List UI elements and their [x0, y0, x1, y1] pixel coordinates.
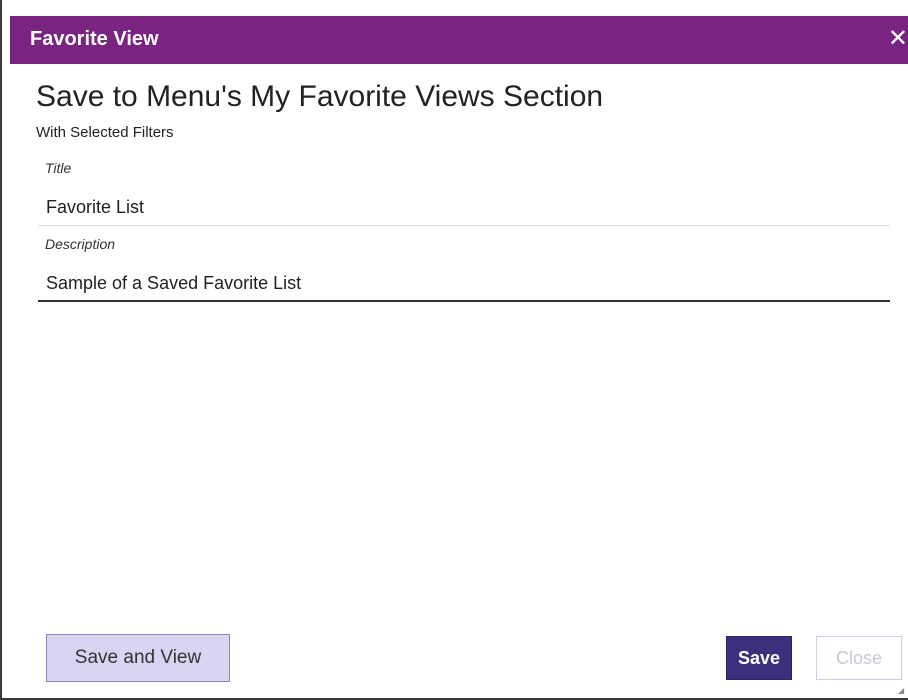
resize-grip-icon[interactable]: ◢	[898, 686, 906, 695]
description-input[interactable]	[38, 266, 890, 302]
section-heading: Save to Menu's My Favorite Views Section	[36, 80, 604, 113]
dialog-title: Favorite View	[30, 28, 159, 50]
background-page-strip	[2, 0, 908, 16]
close-button[interactable]: Close	[816, 636, 902, 680]
close-icon[interactable]: ✕	[888, 24, 908, 53]
favorite-view-dialog: Favorite View ✕ Save to Menu's My Favori…	[0, 0, 908, 700]
section-subheading: With Selected Filters	[36, 124, 174, 141]
title-input[interactable]	[38, 190, 890, 226]
dialog-titlebar: Favorite View ✕	[10, 16, 908, 64]
title-field-label: Title	[45, 160, 72, 176]
save-and-view-button[interactable]: Save and View	[46, 634, 230, 682]
save-button[interactable]: Save	[726, 636, 792, 680]
description-field-label: Description	[45, 236, 116, 252]
